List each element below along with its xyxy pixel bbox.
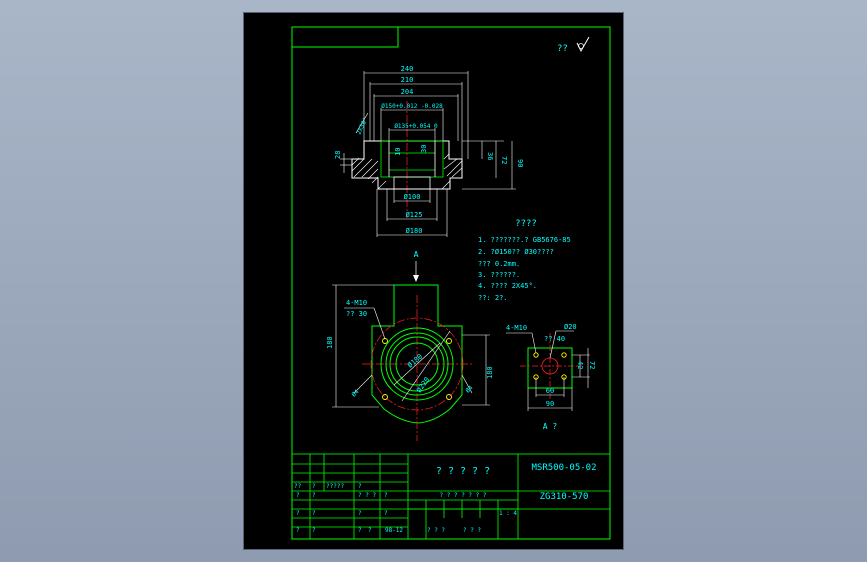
title-block: ? ? ? ? ? MSR500-05-02 ZG310-570 1 : 4 9… — [291, 453, 611, 540]
drawing-sheet: ?? 240 210 204 Ø150+0.012 -0.028 Ø135+0.… — [244, 13, 623, 549]
tech-req-line-3: ??? 0.2mm. — [478, 260, 520, 268]
mid-label-3: ? ? ? — [463, 527, 481, 534]
bolt-hole-icon — [382, 394, 388, 400]
bolt-hole-icon — [533, 352, 539, 358]
roughness-label: ?? — [557, 44, 568, 54]
dim-28: 28 — [334, 151, 342, 159]
dim-30: 30 — [420, 145, 428, 153]
mid-label-2: ? ? ? — [427, 527, 445, 534]
plan-dim-phi180: Ø180 — [406, 353, 424, 370]
plan-dim-180-v: 180 — [326, 336, 334, 349]
row2-c2: ? — [312, 492, 316, 499]
tech-req-line-1: 1. ???????.? GB5676-85 — [478, 236, 571, 244]
bolt-hole-icon — [446, 394, 452, 400]
row1-c3: ????? — [326, 483, 344, 490]
row4-c2: ? — [312, 527, 316, 534]
tech-req-line-2: 2. ?Ø150?? Ø30???? — [478, 248, 554, 256]
row1-c4: ? — [358, 483, 362, 490]
bore-outline — [380, 140, 444, 178]
bolt-hole-icon — [446, 338, 452, 344]
dim-240: 240 — [401, 65, 414, 73]
detail-dim-42: 42 — [576, 361, 584, 369]
detail-dimension-lines — [506, 330, 590, 411]
plan-dim-phi4-left: Ø4 — [350, 388, 360, 398]
part-name: ? ? ? ? ? — [436, 466, 490, 477]
plan-dim-180-h: 180 — [486, 366, 494, 379]
row4-c1: ? — [296, 527, 300, 534]
roughness-circle-icon — [578, 43, 584, 49]
row3-c2: ? — [312, 510, 316, 517]
row4-c3: ? — [358, 527, 362, 534]
bolt-hole-icon — [561, 352, 567, 358]
detail-caption: A ? — [543, 422, 558, 431]
plan-view: A 4-M10 ?? 30 180 180 Ø180 Ø220 Ø4 Ø4 — [326, 250, 494, 441]
bolt-hole-icon — [382, 338, 388, 344]
dim-phi100: Ø100 — [404, 193, 421, 201]
view-label-a: A — [414, 250, 419, 259]
detail-dim-90: 90 — [546, 400, 554, 408]
detail-dim-60: 60 — [546, 387, 554, 395]
title-block-texts: ? ? ? ? ? MSR500-05-02 ZG310-570 1 : 4 9… — [294, 463, 597, 534]
cad-drawing: ?? 240 210 204 Ø150+0.012 -0.028 Ø135+0.… — [291, 26, 611, 540]
dim-10: 10 — [394, 148, 402, 156]
material: ZG310-570 — [540, 492, 589, 502]
plan-deep-label: ?? 30 — [346, 310, 367, 318]
row3-c4: ? — [384, 510, 388, 517]
section-dimension-texts: 240 210 204 Ø150+0.012 -0.028 Ø135+0.054… — [334, 65, 524, 235]
plan-m10-label: 4-M10 — [346, 299, 367, 307]
title-stamp-box — [291, 26, 399, 48]
detail-deep-label: ?? 40 — [544, 335, 565, 343]
row1-c1: ?? — [294, 483, 302, 490]
plan-dim-phi4-right: Ø4 — [464, 384, 474, 394]
row3-c1: ? — [296, 510, 300, 517]
detail-dim-72: 72 — [588, 361, 596, 369]
scale: 1 : 4 — [499, 510, 517, 517]
row3-c3: ? — [358, 510, 362, 517]
detail-phi20-label: Ø20 — [564, 323, 577, 331]
row2-c1: ? — [296, 492, 300, 499]
date: 98-12 — [385, 527, 403, 534]
dim-204: 204 — [401, 88, 414, 96]
dim-210: 210 — [401, 76, 414, 84]
dim-90: 90 — [516, 159, 524, 167]
dim-72: 72 — [500, 156, 508, 164]
view-arrow-icon — [413, 275, 419, 282]
technical-requirements: ???? 1. ???????.? GB5676-85 2. ?Ø150?? Ø… — [478, 219, 571, 302]
dim-phi180: Ø180 — [406, 227, 423, 235]
dim-phi125: Ø125 — [406, 211, 423, 219]
row4-c4: ? — [368, 527, 372, 534]
mid-label-1: ? ? ? ? ? ? ? — [440, 492, 487, 499]
detail-m10-label: 4-M10 — [506, 324, 527, 332]
tech-req-line-6: ??: 2?. — [478, 294, 508, 302]
row1-c2: ? — [312, 483, 316, 490]
row2-c4: ? — [384, 492, 388, 499]
row2-c3: ? ? ? — [358, 492, 376, 499]
section-view: 240 210 204 Ø150+0.012 -0.028 Ø135+0.054… — [334, 65, 524, 237]
dim-phi135: Ø135+0.054 0 — [394, 123, 438, 130]
dim-36: 36 — [486, 152, 494, 160]
dim-phi150: Ø150+0.012 -0.028 — [381, 103, 443, 110]
dim-chamfer: 2X30° — [355, 117, 369, 136]
tech-req-title: ???? — [515, 219, 537, 229]
drawing-number: MSR500-05-02 — [531, 463, 596, 473]
tech-req-line-4: 3. ??????. — [478, 271, 520, 279]
detail-view-a: 4-M10 ?? 40 Ø20 60 90 42 72 A ? — [506, 323, 596, 431]
tech-req-line-5: 4. ???? 2X45°. — [478, 282, 537, 290]
